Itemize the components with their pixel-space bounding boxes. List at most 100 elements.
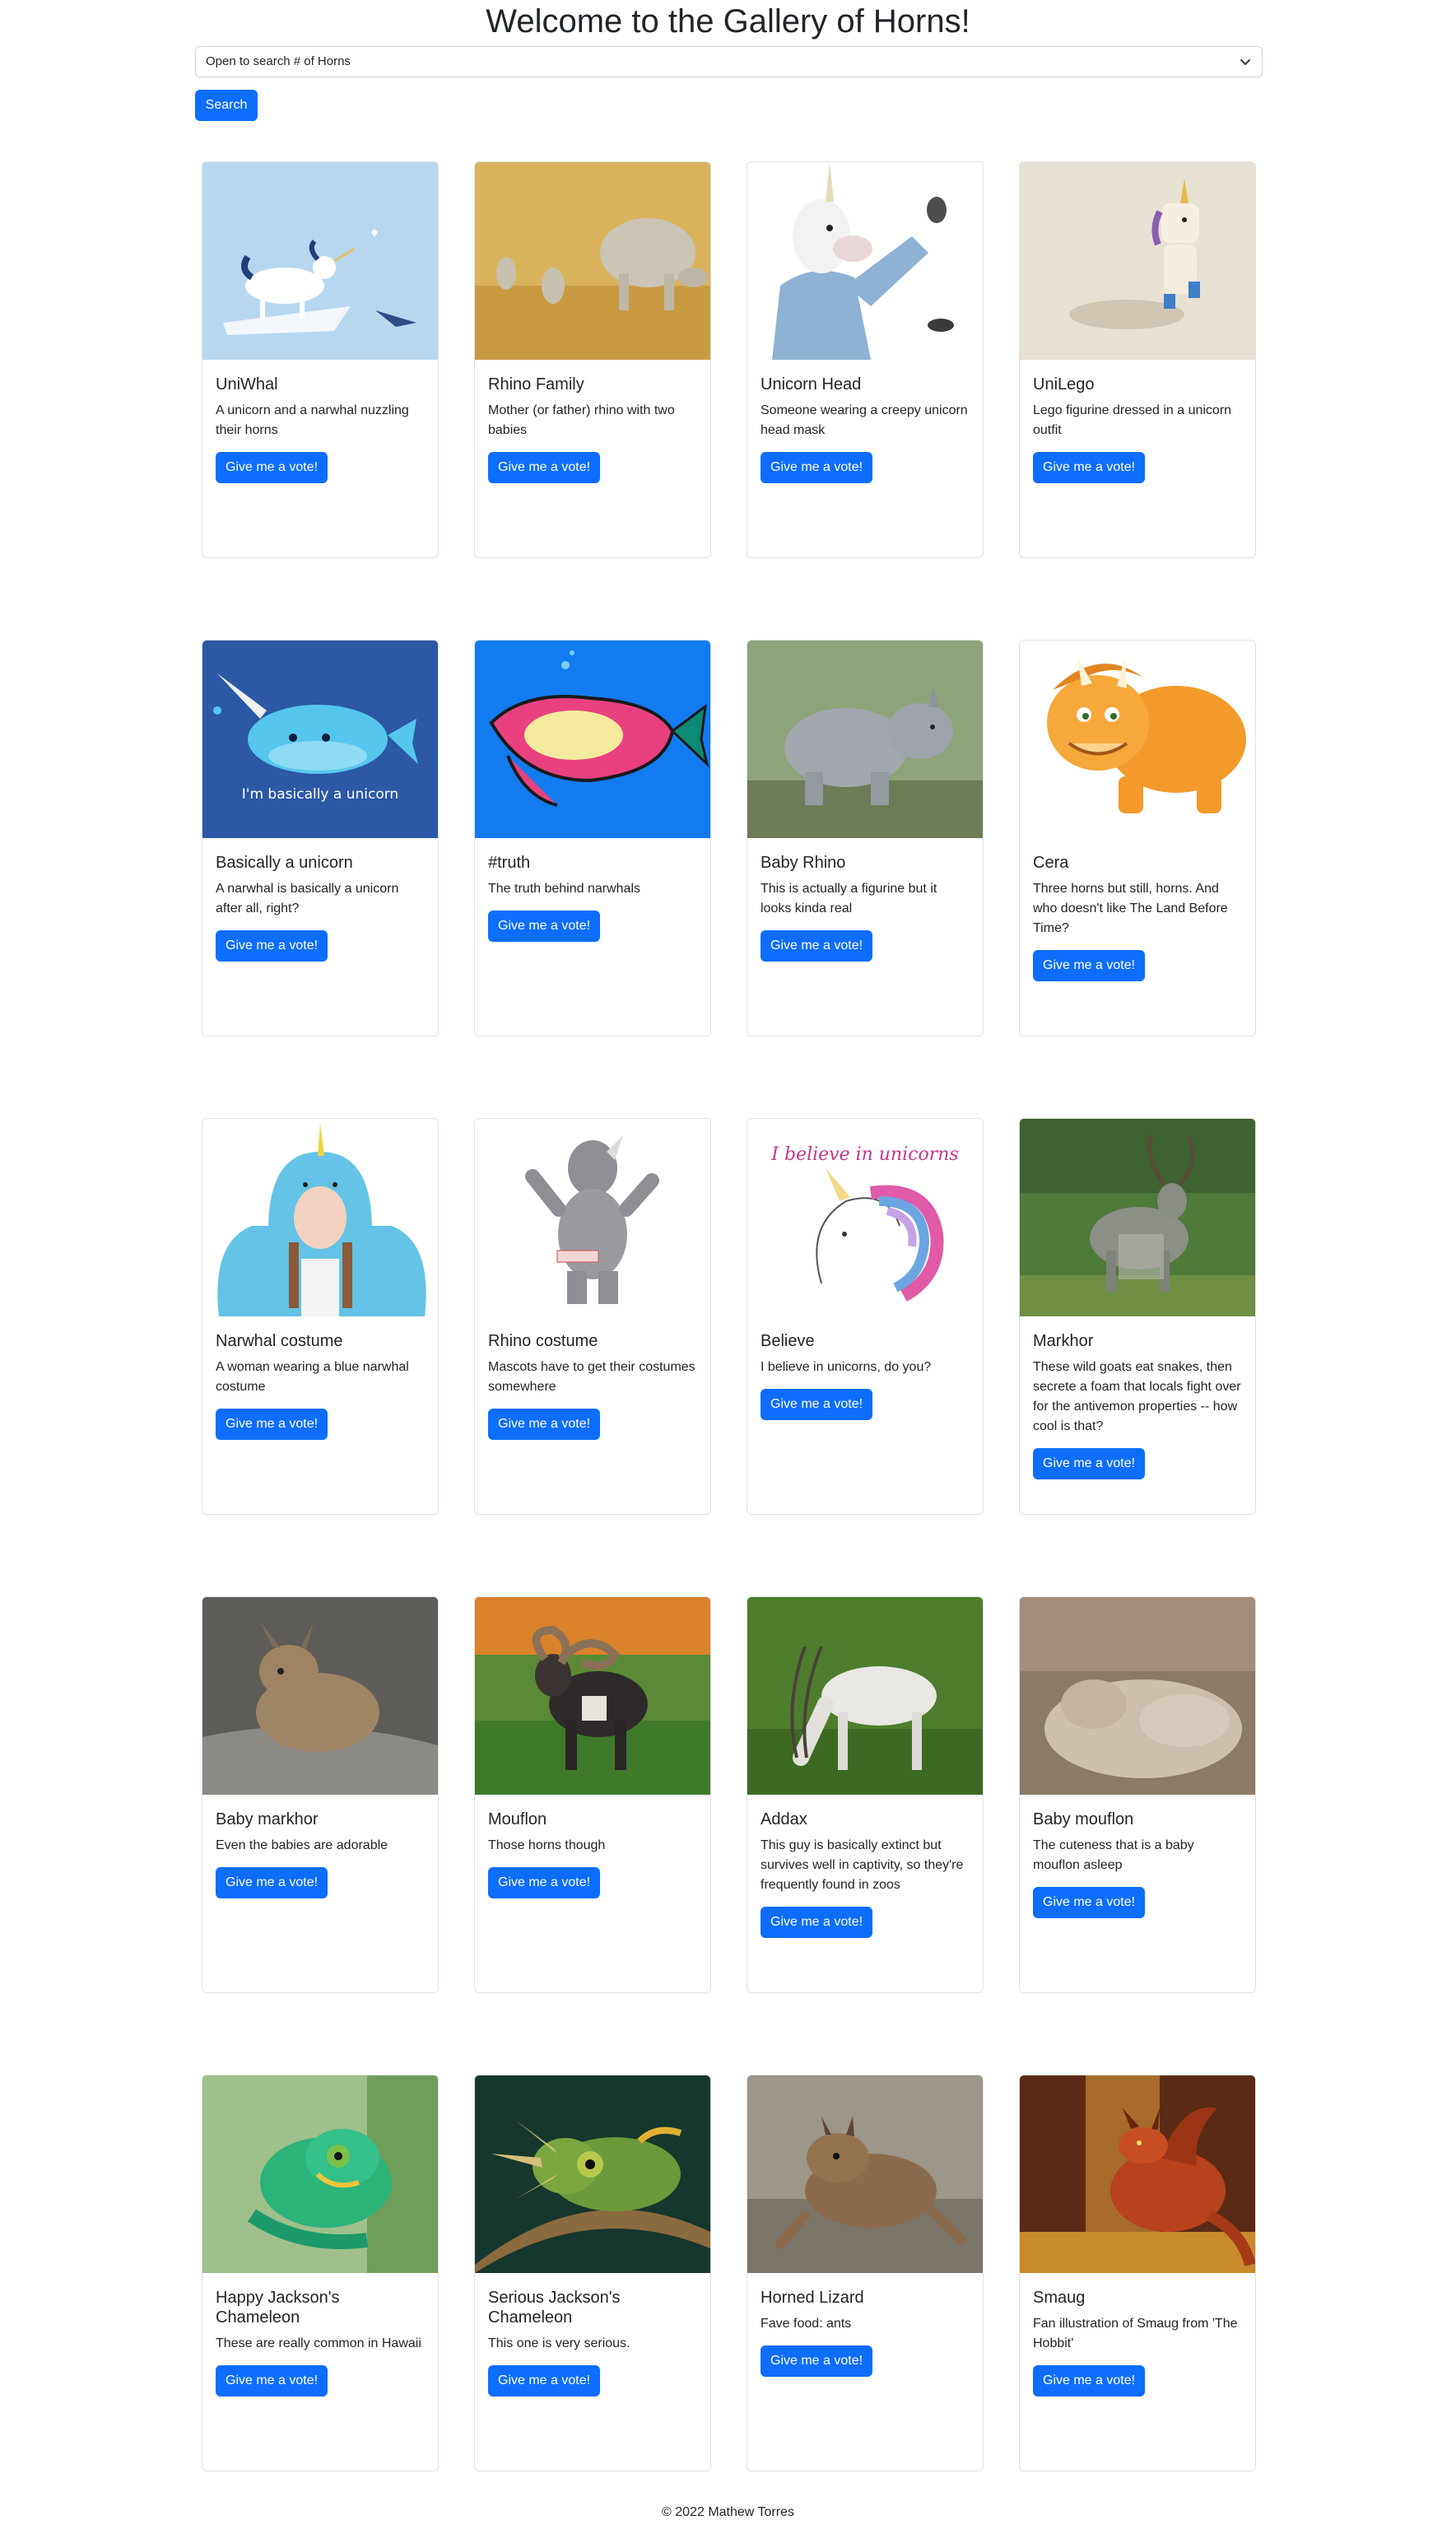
card-image-cera-triceratops[interactable] — [1020, 640, 1255, 838]
card-title: Rhino costume — [488, 1332, 598, 1350]
card-image-addax[interactable] — [747, 1597, 983, 1795]
vote-button[interactable]: Give me a vote! — [761, 2345, 873, 2377]
card-image-believe-unicorn[interactable]: I believe in unicorns — [747, 1119, 983, 1316]
vote-button[interactable]: Give me a vote! — [1033, 452, 1146, 483]
card-description: Mascots have to get their costumes somew… — [488, 1360, 695, 1394]
card-description: I believe in unicorns, do you? — [761, 1360, 932, 1374]
card-description: Fave food: ants — [761, 2317, 852, 2331]
card-image-markhor[interactable] — [1020, 1119, 1255, 1316]
gallery-card: #truth The truth behind narwhals Give me… — [474, 640, 711, 1036]
vote-button[interactable]: Give me a vote! — [488, 452, 601, 483]
gallery-card: Cera Three horns but still, horns. And w… — [1019, 640, 1256, 1036]
card-title: Baby mouflon — [1033, 1810, 1134, 1828]
gallery-card: Horned Lizard Fave food: ants Give me a … — [747, 2075, 984, 2471]
gallery-card: Smaug Fan illustration of Smaug from 'Th… — [1019, 2075, 1256, 2471]
card-description: Lego figurine dressed in a unicorn outfi… — [1033, 403, 1232, 437]
card-description: This one is very serious. — [488, 2336, 630, 2350]
horns-search-select[interactable]: Open to search # of Horns — [195, 46, 1263, 77]
gallery-card: Baby Rhino This is actually a figurine b… — [747, 640, 984, 1036]
chevron-down-icon — [1240, 59, 1250, 65]
search-button[interactable]: Search — [195, 90, 258, 121]
gallery-card: Rhino Family Mother (or father) rhino wi… — [474, 161, 711, 558]
card-image-rhino-family[interactable] — [475, 162, 710, 360]
gallery-card: Baby markhor Even the babies are adorabl… — [202, 1596, 439, 1993]
card-description: A woman wearing a blue narwhal costume — [216, 1360, 409, 1394]
vote-button[interactable]: Give me a vote! — [761, 1389, 873, 1420]
copyright-text: © 2022 Mathew Torres — [662, 2505, 794, 2519]
vote-button[interactable]: Give me a vote! — [761, 930, 873, 962]
card-image-unicorn-mask[interactable] — [747, 162, 983, 360]
horn-gallery: UniWhal A unicorn and a narwhal nuzzling… — [202, 161, 1256, 2471]
vote-button[interactable]: Give me a vote! — [488, 1409, 601, 1440]
card-description: This is actually a figurine but it looks… — [761, 882, 937, 915]
card-title: Serious Jackson's Chameleon — [488, 2289, 621, 2327]
card-image-horned-lizard[interactable] — [747, 2075, 983, 2273]
card-title: Cera — [1033, 854, 1069, 872]
vote-button[interactable]: Give me a vote! — [1033, 2365, 1146, 2397]
vote-button[interactable]: Give me a vote! — [761, 1907, 873, 1938]
card-image-rhino-mascot[interactable] — [475, 1119, 710, 1316]
card-title: Baby Rhino — [761, 854, 846, 872]
vote-button[interactable]: Give me a vote! — [1033, 1448, 1146, 1479]
card-title: Horned Lizard — [761, 2289, 864, 2307]
gallery-card: Markhor These wild goats eat snakes, the… — [1019, 1118, 1256, 1515]
card-title: Markhor — [1033, 1332, 1094, 1350]
card-description: A unicorn and a narwhal nuzzling their h… — [216, 403, 409, 437]
vote-button[interactable]: Give me a vote! — [216, 930, 328, 962]
card-description: A narwhal is basically a unicorn after a… — [216, 882, 399, 915]
vote-button[interactable]: Give me a vote! — [488, 911, 601, 942]
card-description: Fan illustration of Smaug from 'The Hobb… — [1033, 2317, 1238, 2350]
vote-button[interactable]: Give me a vote! — [761, 452, 873, 483]
gallery-card: I believe in unicorns Believe I believe … — [747, 1118, 984, 1515]
vote-button[interactable]: Give me a vote! — [488, 2365, 601, 2397]
card-description: Those horns though — [488, 1838, 606, 1852]
vote-button[interactable]: Give me a vote! — [216, 2365, 328, 2397]
card-description: Mother (or father) rhino with two babies — [488, 403, 675, 437]
gallery-card: Unicorn Head Someone wearing a creepy un… — [747, 161, 984, 558]
card-description: The cuteness that is a baby mouflon asle… — [1033, 1838, 1194, 1872]
gallery-card: Baby mouflon The cuteness that is a baby… — [1019, 1596, 1256, 1993]
card-image-narwhal-cartoon[interactable]: I'm basically a unicorn — [202, 640, 438, 838]
page-title: Welcome to the Gallery of Horns! — [486, 3, 970, 40]
card-title: Smaug — [1033, 2289, 1086, 2307]
card-title: Mouflon — [488, 1810, 547, 1828]
card-title: UniLego — [1033, 375, 1095, 394]
card-image-baby-mouflon[interactable] — [1020, 1597, 1255, 1795]
vote-button[interactable]: Give me a vote! — [216, 1867, 328, 1898]
gallery-card: Mouflon Those horns though Give me a vot… — [474, 1596, 711, 1993]
card-image-smaug-dragon[interactable] — [1020, 2075, 1255, 2273]
gallery-card: UniWhal A unicorn and a narwhal nuzzling… — [202, 161, 439, 558]
card-description: These are really common in Hawaii — [216, 2336, 421, 2350]
vote-button[interactable]: Give me a vote! — [216, 1409, 328, 1440]
vote-button[interactable]: Give me a vote! — [488, 1867, 601, 1898]
page-footer: © 2022 Mathew Torres — [0, 2503, 1456, 2522]
card-image-unicorn-narwhal[interactable] — [202, 162, 438, 360]
card-image-narwhal-costume[interactable] — [202, 1119, 438, 1316]
believe-caption: I believe in unicorns — [770, 1144, 958, 1165]
card-description: Three horns but still, horns. And who do… — [1033, 882, 1228, 935]
gallery-card: I'm basically a unicorn Basically a unic… — [202, 640, 439, 1036]
card-title: Believe — [761, 1332, 815, 1350]
card-title: Narwhal costume — [216, 1332, 343, 1350]
gallery-card: Serious Jackson's Chameleon This one is … — [474, 2075, 711, 2471]
card-image-baby-markhor[interactable] — [202, 1597, 438, 1795]
card-image-green-chameleon[interactable] — [202, 2075, 438, 2273]
card-image-narwhal-truth[interactable] — [475, 640, 710, 838]
search-select-value: Open to search # of Horns — [206, 54, 351, 68]
card-image-baby-rhino[interactable] — [747, 640, 983, 838]
card-description: The truth behind narwhals — [488, 882, 640, 896]
gallery-card: Rhino costume Mascots have to get their … — [474, 1118, 711, 1515]
vote-button[interactable]: Give me a vote! — [1033, 950, 1146, 981]
vote-button[interactable]: Give me a vote! — [1033, 1887, 1146, 1918]
card-title: Basically a unicorn — [216, 854, 353, 872]
narwhal-caption: I'm basically a unicorn — [242, 786, 398, 803]
card-image-serious-chameleon[interactable] — [475, 2075, 710, 2273]
gallery-card: Narwhal costume A woman wearing a blue n… — [202, 1118, 439, 1515]
card-image-mouflon[interactable] — [475, 1597, 710, 1795]
vote-button[interactable]: Give me a vote! — [216, 452, 328, 483]
card-title: Baby markhor — [216, 1810, 319, 1828]
card-description: Even the babies are adorable — [216, 1838, 388, 1852]
gallery-card: UniLego Lego figurine dressed in a unico… — [1019, 161, 1256, 558]
card-title: Happy Jackson's Chameleon — [216, 2289, 340, 2327]
card-image-lego-unicorn[interactable] — [1020, 162, 1255, 360]
